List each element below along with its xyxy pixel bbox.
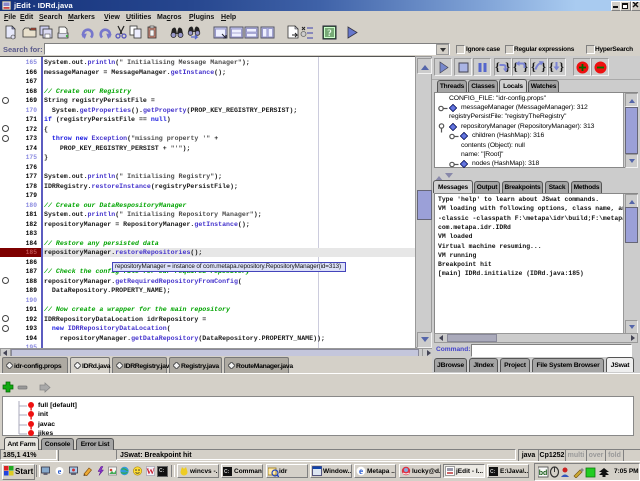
svg-text:e: e bbox=[58, 467, 62, 476]
svg-text:{: { bbox=[513, 60, 518, 74]
svg-text:{: { bbox=[495, 60, 500, 74]
svg-text:}: } bbox=[559, 60, 564, 74]
svg-text:bd: bd bbox=[539, 470, 548, 477]
svg-text:{: { bbox=[531, 60, 536, 74]
svg-text:W: W bbox=[146, 466, 155, 476]
svg-text:?: ? bbox=[327, 28, 332, 38]
svg-text:e: e bbox=[359, 466, 363, 476]
svg-text:{: { bbox=[549, 60, 554, 74]
